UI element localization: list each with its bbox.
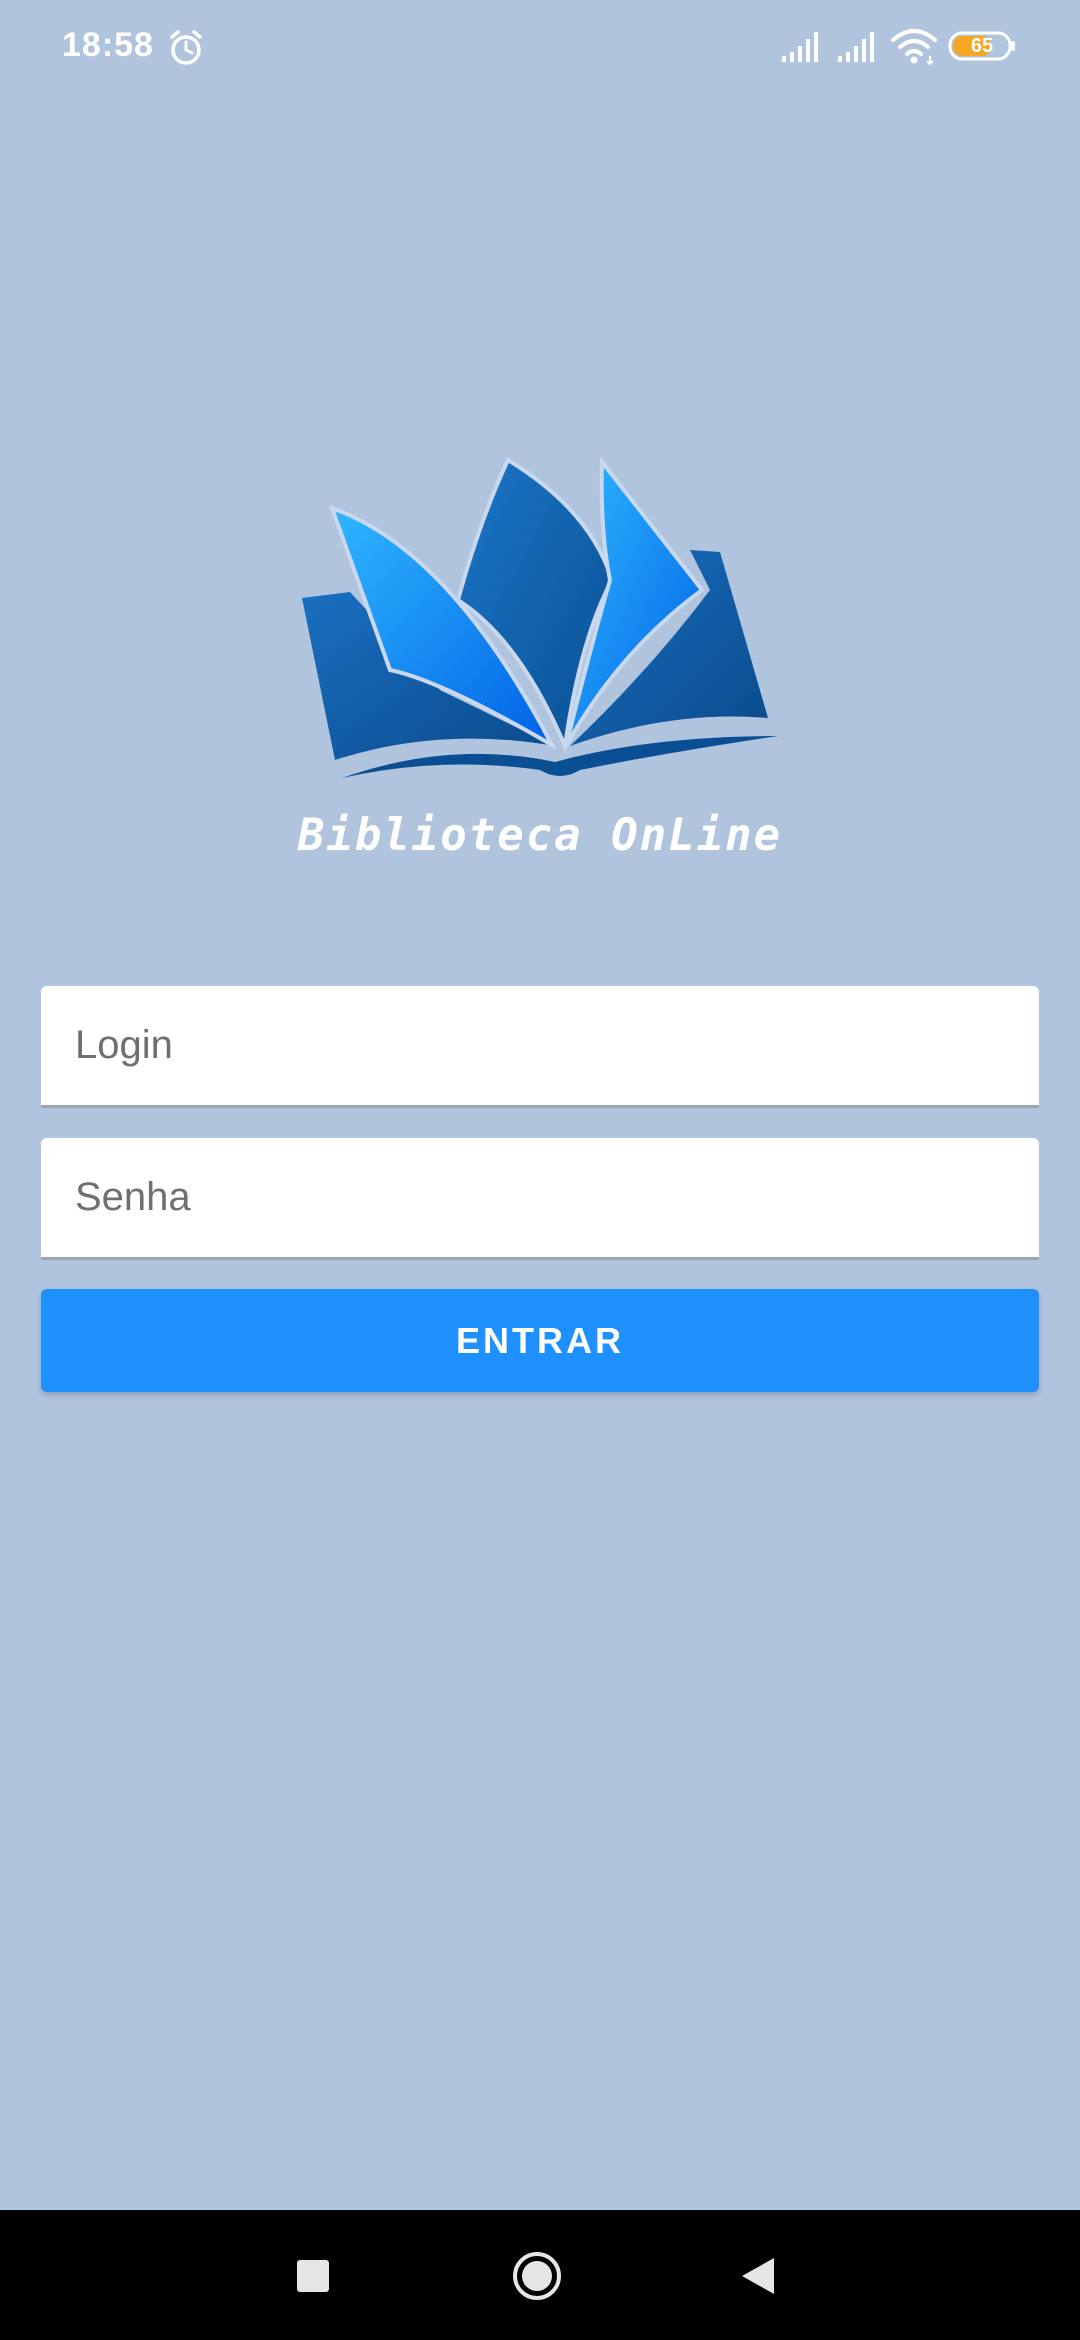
- battery-indicator: 65: [948, 30, 1016, 62]
- back-icon[interactable]: [740, 2256, 776, 2296]
- open-book-icon: [302, 456, 778, 778]
- enter-button[interactable]: ENTRAR: [41, 1289, 1039, 1392]
- navigation-bar: [0, 2210, 1080, 2340]
- recents-icon[interactable]: [297, 2260, 329, 2292]
- wifi-icon: [891, 29, 937, 66]
- battery-level: 65: [970, 35, 994, 57]
- cellular-signal-icon: [782, 32, 818, 62]
- alarm-icon: [170, 30, 202, 65]
- app-name: Biblioteca OnLine: [297, 810, 783, 861]
- status-time: 18:58: [62, 26, 154, 64]
- home-icon[interactable]: [511, 2250, 563, 2302]
- password-input[interactable]: [41, 1138, 1039, 1260]
- app-logo: Biblioteca OnLine: [290, 440, 790, 880]
- status-bar: 18:58 65: [0, 0, 1080, 96]
- login-input[interactable]: [41, 986, 1039, 1108]
- cellular-signal-icon: [838, 32, 874, 62]
